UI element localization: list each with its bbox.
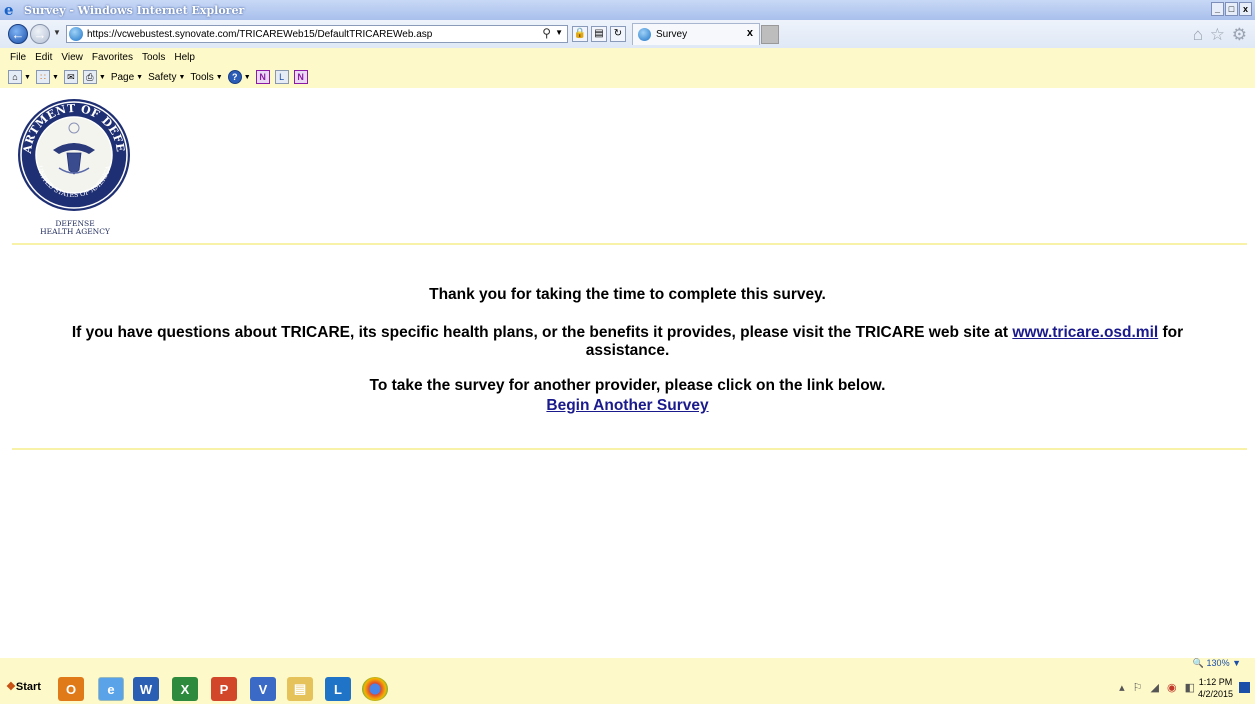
defense-health-agency-label: DEFENSE HEALTH AGENCY [20,220,130,236]
onenote-linked-icon: N [293,70,308,84]
thank-you-message: Thank you for taking the time to complet… [429,286,826,303]
bottom-divider [12,448,1247,450]
tab-survey[interactable]: Survey x [632,23,760,45]
device-icon[interactable]: ◧ [1185,681,1195,694]
window-title-bar[interactable]: e Survey - Windows Internet Explorer _ □… [0,0,1255,20]
menu-edit[interactable]: Edit [35,52,52,63]
file-explorer-taskbar-icon[interactable]: ▤ [287,677,313,701]
zoom-level[interactable]: 🔍 130% ▼ [1193,658,1241,669]
command-bar: ⌂ ▼ ∷ ▼ ✉ ⎙ ▼ Page ▼ Safety ▼ Tools ▼ ? ▼ N L N [0,66,1255,88]
print-command[interactable]: ⎙ ▼ [82,70,106,84]
menu-view[interactable]: View [61,52,83,63]
questions-message: If you have questions about TRICARE, its… [0,324,1255,342]
assistance-text: assistance. [585,342,670,359]
url-text[interactable]: https://vcwebustest.synovate.com/TRICARE… [87,29,432,40]
menu-favorites[interactable]: Favorites [92,52,133,63]
feeds-command[interactable]: ∷ ▼ [35,70,59,84]
internet-explorer-taskbar-icon[interactable]: e [98,677,124,701]
window-title: Survey - Windows Internet Explorer [24,3,245,17]
print-icon: ⎙ [82,70,97,84]
menu-file[interactable]: File [10,52,26,63]
status-bar: 🔍 130% ▼ [0,658,1255,672]
onenote-linked-command[interactable]: N [293,70,308,84]
home-icon: ⌂ [8,70,22,84]
powerpoint-taskbar-icon[interactable]: P [211,677,237,701]
questions-suffix: for [1162,324,1184,341]
help-icon: ? [227,70,242,84]
action-center-flag-icon[interactable]: ⚐ [1133,681,1143,694]
begin-link-row: Begin Another Survey [0,397,1255,415]
lync-command[interactable]: L [274,70,289,84]
department-of-defense-seal-icon: DEPARTMENT OF DEFENSE UNITED STATES OF A… [17,98,130,211]
chrome-taskbar-icon[interactable] [362,677,388,701]
mail-icon: ✉ [63,70,78,84]
safety-menu[interactable]: Safety ▼ [148,72,185,83]
show-desktop-button[interactable] [1239,682,1250,693]
clock-date: 4/2/2015 [1197,689,1233,699]
address-bar-row: ← → ▼ https://vcwebustest.synovate.com/T… [0,20,1255,48]
top-divider [12,243,1247,245]
menu-tools[interactable]: Tools [142,52,165,63]
word-taskbar-icon[interactable]: W [133,677,159,701]
menu-bar: File Edit View Favorites Tools Help [0,48,1255,66]
tools-menu[interactable]: Tools ▼ [190,72,222,83]
settings-gear-icon[interactable]: ⚙ [1232,25,1247,45]
begin-another-survey-link[interactable]: Begin Another Survey [546,397,708,414]
address-bar[interactable]: https://vcwebustest.synovate.com/TRICARE… [66,25,568,43]
home-command[interactable]: ⌂ ▼ [8,70,31,84]
maximize-button[interactable]: □ [1225,2,1238,16]
home-icon[interactable]: ⌂ [1193,25,1203,45]
lync-taskbar-icon[interactable]: L [325,677,351,701]
page-favicon-icon [69,27,83,41]
start-label: Start [15,681,41,693]
onenote-command[interactable]: N [255,70,270,84]
new-tab-button[interactable] [761,25,779,44]
lock-icon[interactable]: 🔒 [572,26,588,42]
questions-text: If you have questions about TRICARE, its… [71,324,1009,341]
tools-menu-label: Tools [190,71,214,83]
tray-expand-icon[interactable]: ▴ [1119,681,1125,694]
minimize-button[interactable]: _ [1211,2,1224,16]
search-icon[interactable]: ⚲ [542,26,551,40]
tricare-website-link[interactable]: www.tricare.osd.mil [1012,324,1158,341]
lync-icon: L [274,70,289,84]
visio-taskbar-icon[interactable]: V [250,677,276,701]
internet-explorer-icon: e [4,1,14,19]
agency-line-2: HEALTH AGENCY [40,227,110,236]
excel-taskbar-icon[interactable]: X [172,677,198,701]
recent-pages-dropdown-icon[interactable]: ▼ [53,28,61,37]
rss-feed-icon: ∷ [35,70,50,84]
address-dropdown-icon[interactable]: ▼ [555,28,563,37]
read-mail-command[interactable]: ✉ [63,70,78,84]
zoom-value: 130% [1206,658,1230,668]
help-command[interactable]: ? ▼ [227,70,251,84]
start-button[interactable]: ❖Start [6,680,41,693]
window-controls: _ □ x [1211,2,1252,16]
favorites-star-icon[interactable]: ☆ [1210,25,1225,45]
page-menu-label: Page [110,71,135,83]
compatibility-view-icon[interactable]: ▤ [591,26,607,42]
outlook-taskbar-icon[interactable]: O [58,677,84,701]
network-icon[interactable]: ◢ [1151,681,1159,694]
onenote-icon: N [255,70,270,84]
back-button[interactable]: ← [8,24,28,44]
tab-label: Survey [656,29,688,40]
forward-button[interactable]: → [30,24,50,44]
clock[interactable]: 1:12 PM 4/2/2015 [1198,676,1233,700]
close-window-button[interactable]: x [1239,2,1252,16]
refresh-icon[interactable]: ↻ [610,26,626,42]
volume-muted-icon[interactable]: ◉ [1167,681,1177,694]
windows-flag-icon: ❖ [6,681,16,693]
page-menu[interactable]: Page ▼ [111,72,143,83]
another-provider-message: To take the survey for another provider,… [369,377,886,394]
menu-help[interactable]: Help [174,52,195,63]
tab-favicon-icon [638,28,651,41]
close-tab-button[interactable]: x [747,27,753,39]
safety-menu-label: Safety [148,71,177,83]
page-content: DEPARTMENT OF DEFENSE UNITED STATES OF A… [0,88,1255,658]
address-tools: 🔒 ▤ ↻ [572,26,626,42]
clock-time: 1:12 PM [1198,677,1233,687]
taskbar: ❖Start O e W X P V ▤ L ▴ ⚐ ◢ ◉ ◧ 1:12 PM… [0,672,1255,704]
system-tray: ▴ ⚐ ◢ ◉ ◧ [1119,681,1195,694]
